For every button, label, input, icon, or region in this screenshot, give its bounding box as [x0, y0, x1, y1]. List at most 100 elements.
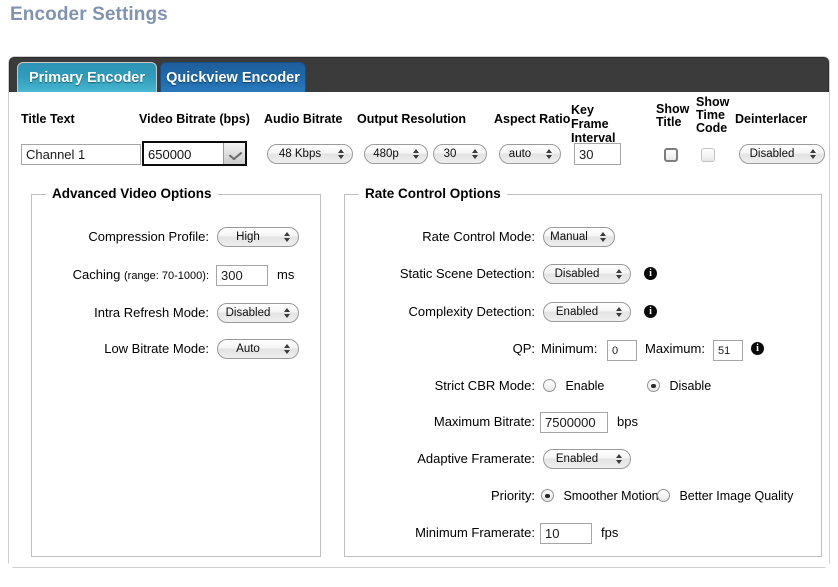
label-audio-bitrate: Audio Bitrate: [264, 112, 343, 126]
updown-arrows-icon: [282, 228, 293, 246]
tab-quickview-encoder[interactable]: Quickview Encoder: [160, 62, 306, 93]
audio-bitrate-select[interactable]: 48 Kbps: [267, 144, 353, 164]
strict-cbr-disable-option[interactable]: Disable: [647, 377, 711, 395]
strict-cbr-disable-label: Disable: [669, 378, 712, 393]
label-low-bitrate-mode: Low Bitrate Mode:: [104, 341, 209, 356]
label-video-bitrate: Video Bitrate (bps): [139, 112, 250, 126]
qp-minimum-input[interactable]: [607, 340, 637, 361]
tab-content-primary-encoder: Title Text Video Bitrate (bps) Audio Bit…: [9, 92, 829, 567]
complexity-detection-select[interactable]: Enabled: [543, 302, 631, 322]
rate-control-options-panel: Rate Control Options Rate Control Mode: …: [344, 186, 822, 557]
updown-arrows-icon: [470, 145, 481, 163]
label-priority: Priority:: [490, 488, 535, 503]
label-caching-range: (range: 70-1000):: [124, 270, 209, 282]
label-caching-text: Caching: [72, 267, 121, 282]
updown-arrows-icon: [282, 304, 293, 322]
compression-profile-value: High: [236, 231, 260, 243]
caching-input[interactable]: [216, 265, 268, 286]
label-static-scene-detection: Static Scene Detection:: [399, 266, 535, 281]
key-frame-interval-input[interactable]: [574, 143, 621, 165]
priority-better-image-quality-label: Better Image Quality: [679, 488, 794, 503]
output-resolution-select[interactable]: 480p: [364, 144, 428, 164]
label-aspect-ratio: Aspect Ratio: [494, 112, 571, 126]
qp-info-icon[interactable]: i: [751, 342, 764, 355]
priority-better-image-quality-radio[interactable]: [657, 489, 670, 503]
page-title: Encoder Settings: [10, 4, 168, 25]
updown-arrows-icon: [808, 145, 819, 163]
label-compression-profile: Compression Profile:: [88, 229, 209, 244]
low-bitrate-mode-value: Auto: [236, 343, 260, 355]
compression-profile-select[interactable]: High: [217, 227, 299, 247]
caching-unit: ms: [277, 267, 295, 282]
updown-arrows-icon: [614, 303, 625, 321]
complexity-detection-value: Enabled: [555, 306, 599, 318]
static-scene-detection-info-icon[interactable]: i: [644, 267, 657, 280]
priority-smoother-motion-option[interactable]: Smoother Motion: [541, 487, 659, 505]
adaptive-framerate-select[interactable]: Enabled: [543, 449, 631, 469]
priority-smoother-motion-radio[interactable]: [541, 489, 554, 503]
priority-better-image-quality-option[interactable]: Better Image Quality: [657, 487, 793, 505]
aspect-ratio-value: auto: [508, 148, 532, 160]
intra-refresh-mode-select[interactable]: Disabled: [217, 303, 299, 323]
label-adaptive-framerate: Adaptive Framerate:: [417, 451, 535, 466]
tab-primary-encoder[interactable]: Primary Encoder: [17, 62, 157, 93]
chevron-down-icon[interactable]: [223, 143, 245, 164]
minimum-framerate-input[interactable]: [540, 523, 592, 544]
updown-arrows-icon: [614, 450, 625, 468]
label-qp-maximum: Maximum:: [645, 341, 705, 356]
updown-arrows-icon: [411, 145, 422, 163]
strict-cbr-enable-radio[interactable]: [543, 379, 556, 393]
show-time-code-checkbox[interactable]: [701, 147, 715, 162]
priority-smoother-motion-label: Smoother Motion: [563, 488, 659, 503]
static-scene-detection-select[interactable]: Disabled: [543, 264, 631, 284]
output-framerate-select[interactable]: 30: [433, 144, 487, 164]
label-key-frame-interval: Key Frame Interval: [571, 103, 616, 145]
low-bitrate-mode-select[interactable]: Auto: [217, 339, 299, 359]
label-title-text: Title Text: [21, 112, 75, 126]
strict-cbr-enable-option[interactable]: Enable: [543, 377, 604, 395]
video-bitrate-input[interactable]: [144, 143, 228, 166]
rate-control-mode-value: Manual: [550, 231, 588, 243]
maximum-bitrate-input[interactable]: [540, 412, 608, 433]
minimum-framerate-unit: fps: [601, 525, 619, 540]
output-framerate-value: 30: [443, 148, 457, 160]
label-strict-cbr-mode: Strict CBR Mode:: [434, 378, 535, 393]
top-settings-row: Title Text Video Bitrate (bps) Audio Bit…: [9, 92, 829, 166]
rate-control-mode-select[interactable]: Manual: [543, 227, 615, 247]
label-intra-refresh-mode: Intra Refresh Mode:: [94, 305, 209, 320]
updown-arrows-icon: [336, 145, 347, 163]
qp-maximum-input[interactable]: [713, 340, 743, 361]
complexity-detection-info-icon[interactable]: i: [644, 305, 657, 318]
tab-bar: Primary Encoder Quickview Encoder: [9, 57, 829, 93]
intra-refresh-mode-value: Disabled: [225, 307, 271, 319]
label-output-resolution: Output Resolution: [357, 112, 467, 126]
updown-arrows-icon: [544, 145, 555, 163]
label-show-title: Show Title: [656, 102, 690, 129]
adaptive-framerate-value: Enabled: [555, 453, 599, 465]
video-bitrate-combobox[interactable]: [142, 141, 247, 166]
label-show-time-code: Show Time Code: [696, 95, 730, 135]
updown-arrows-icon: [614, 265, 625, 283]
label-qp-minimum: Minimum:: [541, 341, 598, 356]
aspect-ratio-select[interactable]: auto: [499, 144, 561, 164]
show-title-checkbox[interactable]: [664, 147, 678, 162]
rate-control-options-legend: Rate Control Options: [359, 186, 507, 201]
updown-arrows-icon: [282, 340, 293, 358]
label-deinterlacer: Deinterlacer: [735, 112, 808, 126]
strict-cbr-disable-radio[interactable]: [647, 379, 660, 393]
audio-bitrate-value: 48 Kbps: [278, 148, 322, 160]
maximum-bitrate-unit: bps: [617, 414, 638, 429]
title-text-input[interactable]: [21, 144, 141, 165]
output-resolution-value: 480p: [373, 148, 399, 160]
label-rate-control-mode: Rate Control Mode:: [422, 229, 535, 244]
static-scene-detection-value: Disabled: [554, 268, 600, 280]
label-maximum-bitrate: Maximum Bitrate:: [433, 414, 535, 429]
strict-cbr-enable-label: Enable: [565, 378, 605, 393]
deinterlacer-select[interactable]: Disabled: [739, 144, 825, 164]
updown-arrows-icon: [598, 228, 609, 246]
label-caching: Caching (range: 70-1000):: [32, 265, 209, 286]
label-complexity-detection: Complexity Detection:: [408, 304, 535, 319]
advanced-video-options-legend: Advanced Video Options: [46, 186, 218, 201]
advanced-video-options-panel: Advanced Video Options Compression Profi…: [31, 186, 321, 557]
label-qp: QP:: [512, 341, 535, 356]
